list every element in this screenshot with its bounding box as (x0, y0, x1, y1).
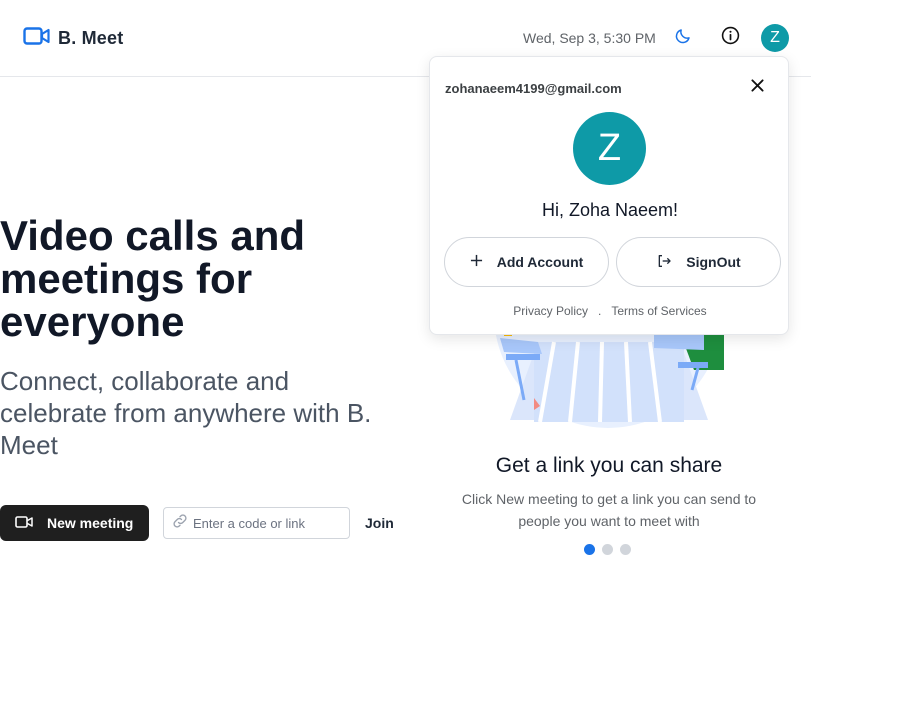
plus-icon (470, 254, 483, 270)
info-icon (721, 26, 740, 50)
popover-footer-links: Privacy Policy . Terms of Services (430, 304, 790, 318)
video-camera-icon (15, 515, 33, 532)
current-datetime: Wed, Sep 3, 5:30 PM (523, 30, 656, 46)
add-account-label: Add Account (496, 254, 584, 270)
new-meeting-label: New meeting (47, 515, 134, 531)
hero-subhead: Connect, collaborate and celebrate from … (0, 366, 372, 460)
account-email: zohanaeem4199@gmail.com (445, 81, 622, 96)
carousel-dots (584, 544, 631, 555)
link-icon (171, 512, 189, 535)
footer-separator: . (597, 304, 602, 318)
close-popover-button[interactable] (748, 79, 766, 97)
moon-icon (674, 27, 692, 50)
info-button[interactable] (718, 26, 742, 50)
add-account-button[interactable]: Add Account (444, 237, 609, 287)
theme-toggle-button[interactable] (671, 26, 695, 50)
carousel-dot-2[interactable] (602, 544, 613, 555)
carousel-description: Click New meeting to get a link you can … (461, 491, 757, 529)
privacy-policy-link[interactable]: Privacy Policy (513, 304, 588, 318)
carousel-dot-3[interactable] (620, 544, 631, 555)
new-meeting-button[interactable]: New meeting (0, 505, 149, 541)
meeting-code-field[interactable] (163, 507, 350, 539)
account-greeting: Hi, Zoha Naeem! (541, 200, 679, 220)
video-camera-icon (23, 26, 50, 51)
carousel-title: Get a link you can share (495, 454, 723, 477)
meeting-code-input[interactable] (193, 515, 343, 531)
signout-label: SignOut (686, 254, 741, 270)
meeting-actions: New meeting Join (0, 505, 394, 541)
brand[interactable]: B. Meet (23, 26, 123, 51)
sign-out-icon (656, 253, 672, 272)
hero-section: Video calls and meetings for everyone Co… (0, 214, 420, 461)
account-avatar-button[interactable]: Z (761, 24, 789, 52)
brand-name: B. Meet (58, 28, 124, 48)
account-avatar-large: Z (573, 112, 646, 185)
account-popover: zohanaeem4199@gmail.com Z Hi, Zoha Naeem… (429, 56, 789, 335)
close-icon (750, 79, 764, 97)
carousel-dot-1[interactable] (584, 544, 595, 555)
join-button[interactable]: Join (365, 515, 394, 531)
signout-button[interactable]: SignOut (616, 237, 781, 287)
terms-of-services-link[interactable]: Terms of Services (611, 304, 706, 318)
hero-headline: Video calls and meetings for everyone (0, 212, 306, 345)
